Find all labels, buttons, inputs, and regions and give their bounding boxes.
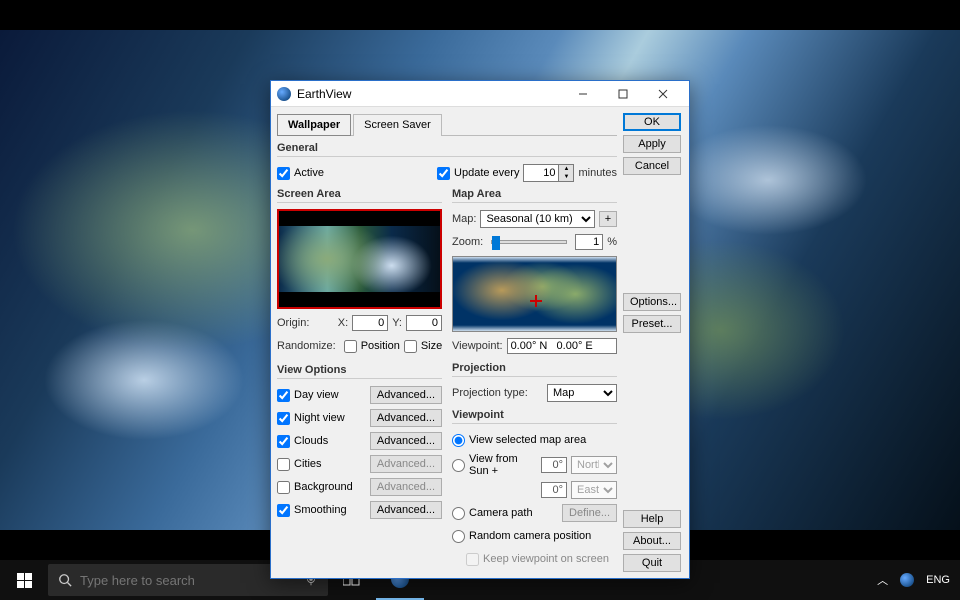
day-view-advanced-button[interactable]: Advanced... — [370, 386, 442, 404]
preset-button[interactable]: Preset... — [623, 315, 681, 333]
about-button[interactable]: About... — [623, 532, 681, 550]
system-tray[interactable]: ︿ ENG — [877, 572, 960, 588]
sun-deg2-input — [541, 482, 567, 498]
cities-checkbox[interactable]: Cities — [277, 458, 322, 471]
day-view-checkbox[interactable]: Day view — [277, 389, 339, 402]
zoom-slider[interactable] — [491, 240, 567, 244]
tray-language[interactable]: ENG — [926, 574, 950, 586]
random-camera-radio[interactable]: Random camera position — [452, 530, 591, 543]
map-preview[interactable] — [452, 256, 617, 332]
tab-screensaver[interactable]: Screen Saver — [353, 114, 442, 136]
search-icon — [58, 573, 72, 587]
search-input[interactable] — [80, 573, 296, 588]
start-button[interactable] — [0, 560, 48, 600]
tab-wallpaper[interactable]: Wallpaper — [277, 114, 351, 136]
viewpoint-coords-input[interactable] — [507, 338, 617, 354]
projection-select[interactable]: Map — [547, 384, 617, 402]
camera-path-radio[interactable]: Camera path — [452, 507, 533, 520]
randomize-position-checkbox[interactable]: Position — [344, 340, 400, 353]
sun-deg1-input — [541, 457, 567, 473]
quit-button[interactable]: Quit — [623, 554, 681, 572]
sun-dir1-select: North — [571, 456, 617, 474]
tray-chevron-icon[interactable]: ︿ — [877, 572, 888, 588]
smoothing-checkbox[interactable]: Smoothing — [277, 504, 347, 517]
active-checkbox[interactable]: Active — [277, 167, 324, 180]
map-add-button[interactable]: + — [599, 211, 617, 227]
keep-viewpoint-checkbox[interactable]: Keep viewpoint on screen — [466, 553, 609, 566]
tray-globe-icon[interactable] — [900, 573, 914, 587]
smoothing-advanced-button[interactable]: Advanced... — [370, 501, 442, 519]
map-area-heading: Map Area — [452, 188, 617, 200]
help-button[interactable]: Help — [623, 510, 681, 528]
update-interval-spinner[interactable]: ▲▼ — [523, 164, 574, 182]
close-button[interactable] — [643, 81, 683, 107]
zoom-input[interactable] — [575, 234, 603, 250]
clouds-checkbox[interactable]: Clouds — [277, 435, 328, 448]
window-title: EarthView — [297, 87, 563, 101]
background-checkbox[interactable]: Background — [277, 481, 353, 494]
clouds-advanced-button[interactable]: Advanced... — [370, 432, 442, 450]
view-options-heading: View Options — [277, 364, 442, 376]
map-select[interactable]: Seasonal (10 km) — [480, 210, 595, 228]
options-button[interactable]: Options... — [623, 293, 681, 311]
background-advanced-button: Advanced... — [370, 478, 442, 496]
apply-button[interactable]: Apply — [623, 135, 681, 153]
randomize-size-checkbox[interactable]: Size — [404, 340, 442, 353]
earthview-dialog: EarthView Wallpaper Screen Saver General… — [270, 80, 690, 579]
screen-area-preview[interactable] — [277, 209, 442, 309]
update-every-checkbox[interactable]: Update every — [437, 167, 519, 180]
titlebar[interactable]: EarthView — [271, 81, 689, 107]
spin-down-icon[interactable]: ▼ — [559, 173, 573, 181]
map-crosshair-icon — [533, 298, 539, 304]
minimize-button[interactable] — [563, 81, 603, 107]
night-view-advanced-button[interactable]: Advanced... — [370, 409, 442, 427]
general-heading: General — [277, 142, 617, 154]
spin-up-icon[interactable]: ▲ — [559, 165, 573, 173]
ok-button[interactable]: OK — [623, 113, 681, 131]
projection-heading: Projection — [452, 362, 617, 374]
windows-icon — [17, 573, 32, 588]
cancel-button[interactable]: Cancel — [623, 157, 681, 175]
maximize-button[interactable] — [603, 81, 643, 107]
night-view-checkbox[interactable]: Night view — [277, 412, 345, 425]
viewpoint-heading: Viewpoint — [452, 409, 617, 421]
define-button: Define... — [562, 504, 617, 522]
tab-strip: Wallpaper Screen Saver — [277, 113, 617, 136]
screen-area-heading: Screen Area — [277, 188, 442, 200]
origin-x-input[interactable] — [352, 315, 388, 331]
cities-advanced-button: Advanced... — [370, 455, 442, 473]
update-interval-input[interactable] — [523, 164, 559, 182]
view-from-sun-radio[interactable]: View from Sun + — [452, 453, 533, 477]
origin-y-input[interactable] — [406, 315, 442, 331]
sun-dir2-select: East — [571, 481, 617, 499]
view-selected-area-radio[interactable]: View selected map area — [452, 434, 586, 447]
app-icon — [277, 87, 291, 101]
